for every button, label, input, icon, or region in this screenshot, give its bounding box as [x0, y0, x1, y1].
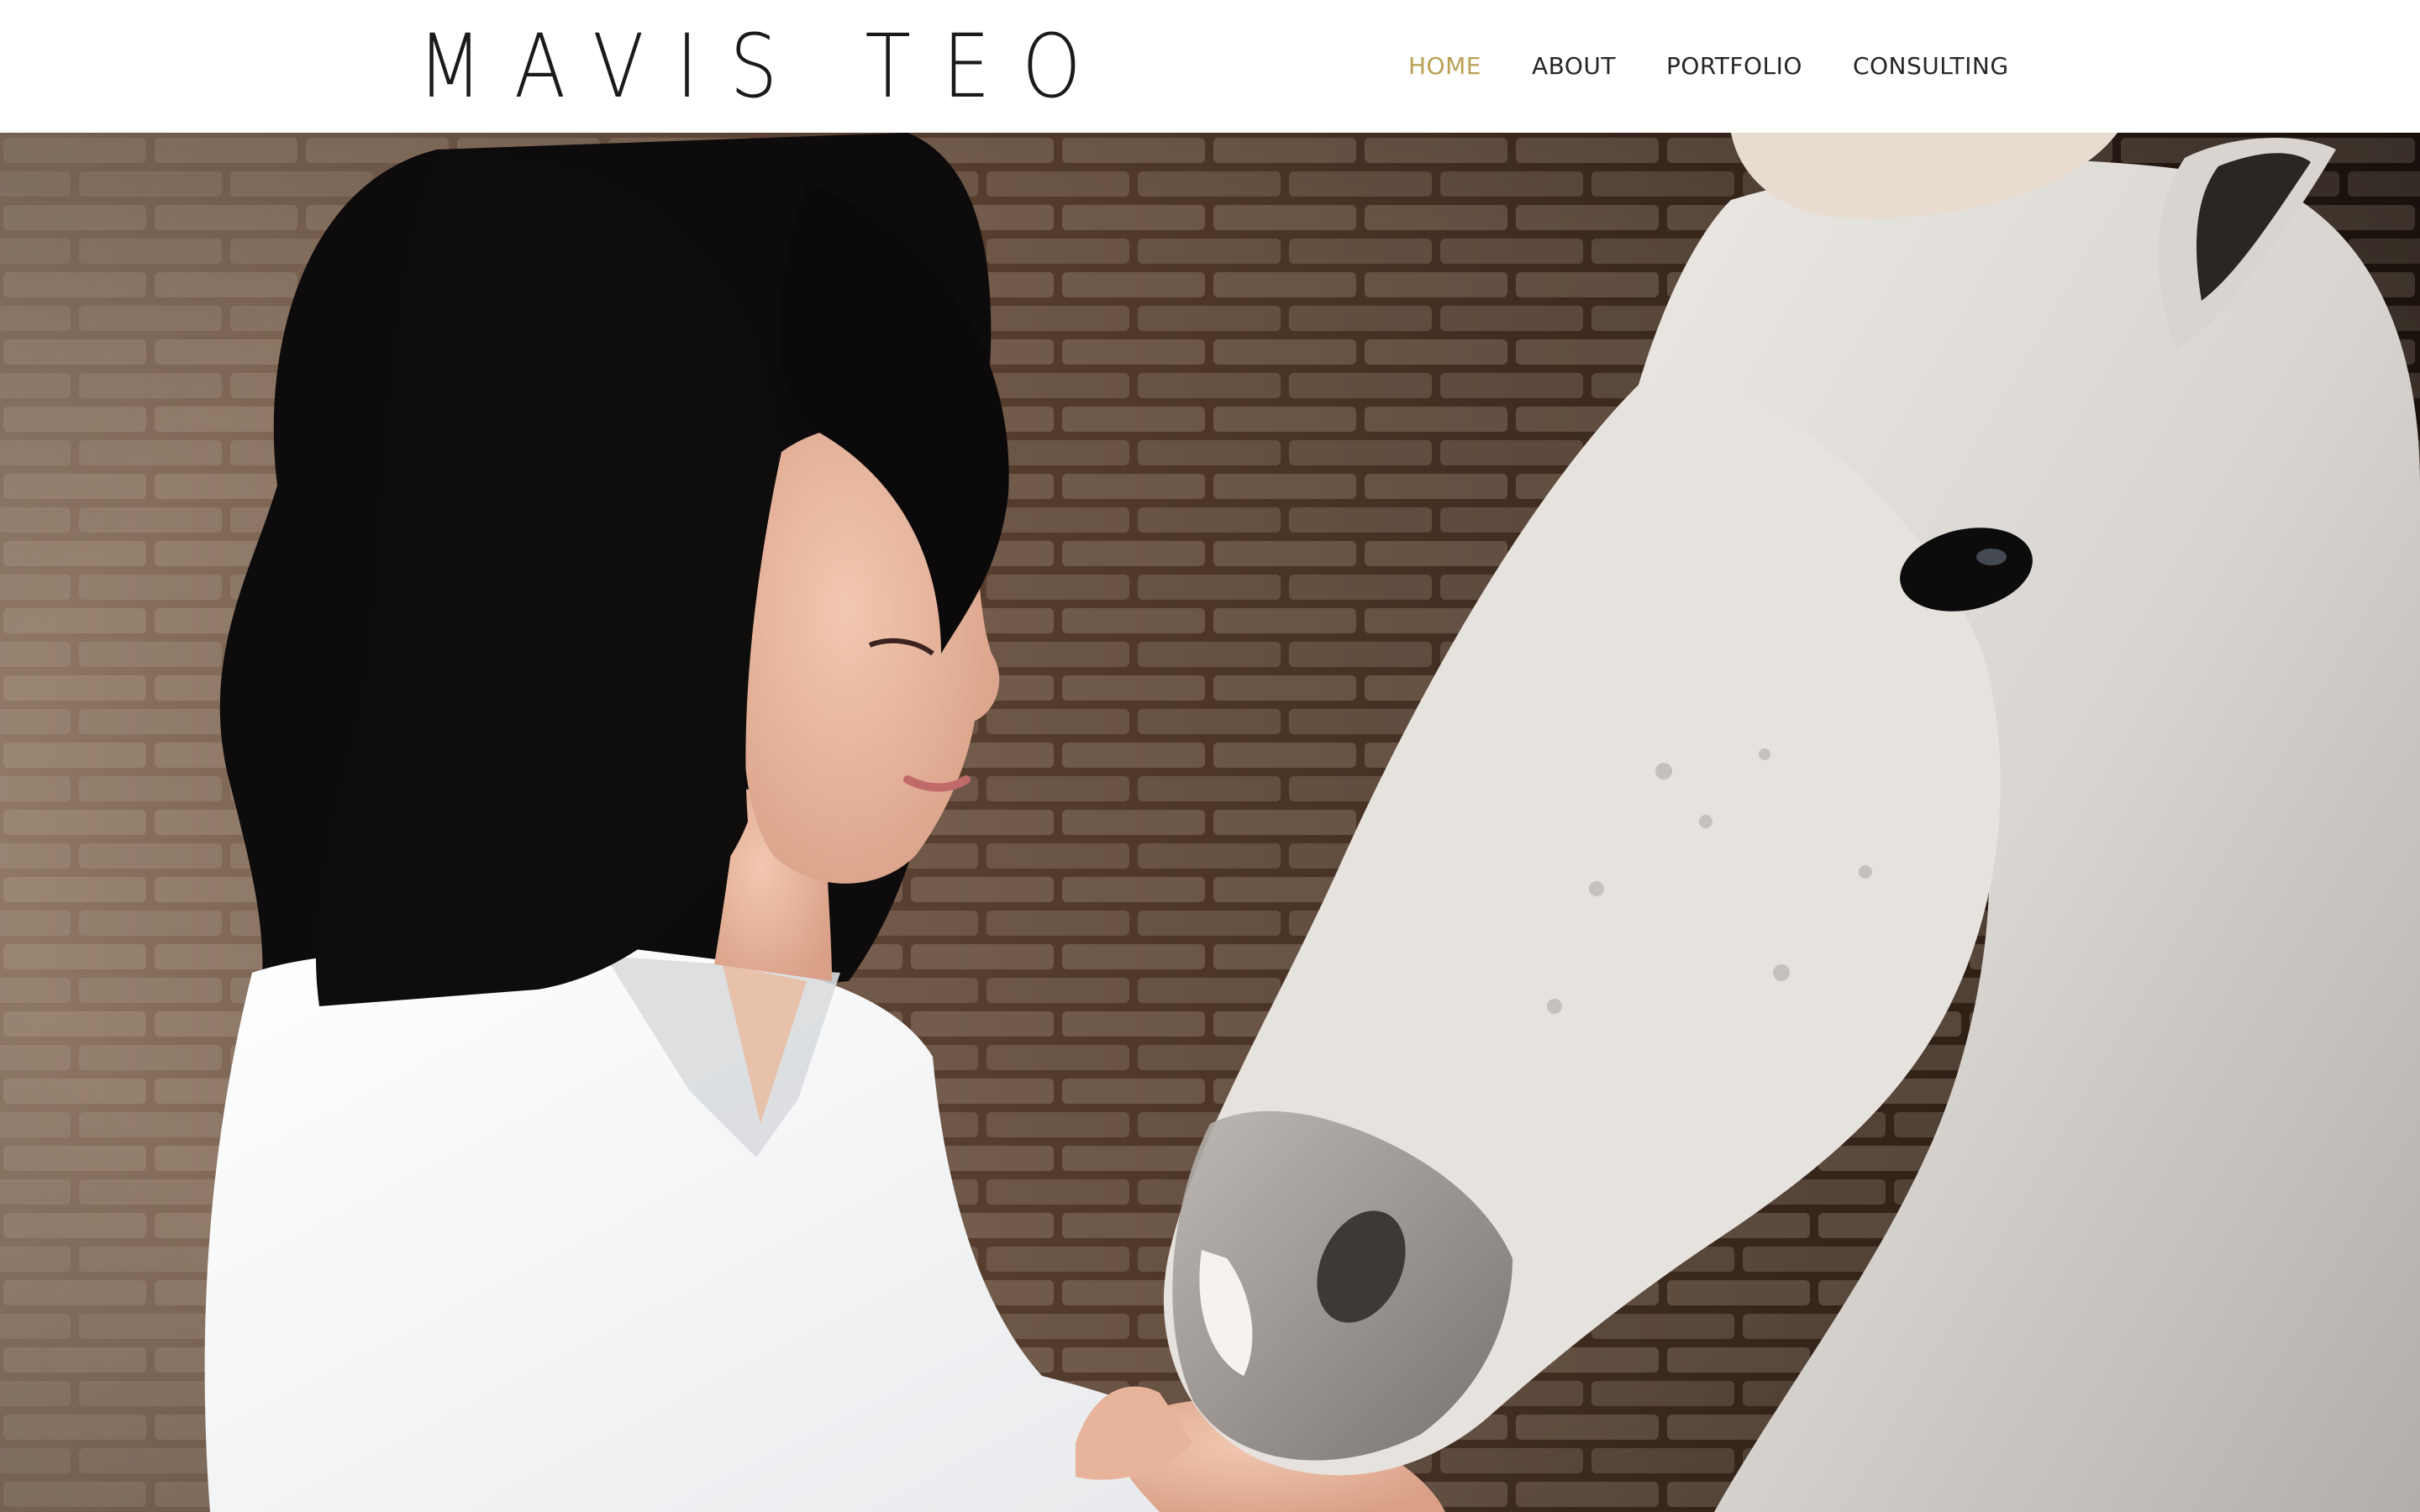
nav-item-portfolio[interactable]: PORTFOLIO	[1666, 52, 1802, 80]
main-nav: HOME ABOUT PORTFOLIO CONSULTING	[1408, 47, 2009, 84]
hero-photo-illustration	[0, 133, 2420, 1512]
hero-image	[0, 133, 2420, 1512]
site-header: MAVIS TEO HOME ABOUT PORTFOLIO CONSULTIN…	[0, 0, 2420, 133]
site-logo[interactable]: MAVIS TEO	[418, 20, 1113, 113]
nav-item-consulting[interactable]: CONSULTING	[1853, 52, 2009, 80]
nav-item-about[interactable]: ABOUT	[1532, 52, 1616, 80]
page: MAVIS TEO HOME ABOUT PORTFOLIO CONSULTIN…	[0, 0, 2420, 1512]
nav-item-home[interactable]: HOME	[1408, 52, 1481, 80]
